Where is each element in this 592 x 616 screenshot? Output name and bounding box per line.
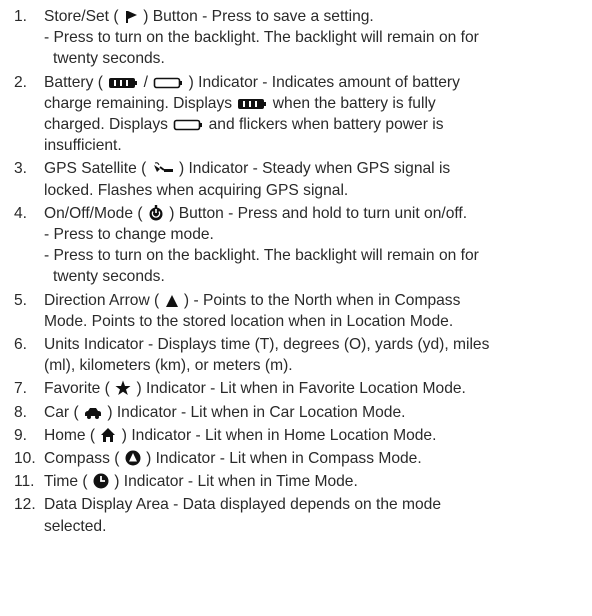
list-item: 7. Favorite ( ) Indicator - Lit when in … [14,378,582,399]
item-text: Home ( ) Indicator - Lit when in Home Lo… [44,426,437,444]
list-item: 10. Compass ( ) Indicator - Lit when in … [14,448,582,469]
item-text: Store/Set ( ) Button - Press to save a s… [44,6,582,70]
item-text: Time ( ) Indicator - Lit when in Time Mo… [44,473,358,491]
item-text: Compass ( ) Indicator - Lit when in Comp… [44,450,422,468]
item-text: On/Off/Mode ( ) Button - Press and hold … [44,203,582,288]
item-number: 11. [14,473,35,491]
item-number: 8. [14,403,28,421]
item-number: 1. [14,8,28,25]
item-number: 10. [14,450,36,468]
home-icon [101,427,116,442]
star-icon [115,380,131,396]
instructions-list: 1. Store/Set ( ) Button - Press to save … [0,0,592,537]
item-text: Battery ( / ) Indicator - Indicates amou… [44,73,460,155]
list-item: 6. Units Indicator - Displays time (T), … [14,334,582,376]
list-item: 11. Time ( ) Indicator - Lit when in Tim… [14,471,582,492]
list-item: 1. Store/Set ( ) Button - Press to save … [14,6,582,70]
item-number: 3. [14,160,28,178]
triangle-up-icon [165,294,178,307]
item-number: 2. [14,73,28,91]
car-icon [84,407,101,419]
item-text: Favorite ( ) Indicator - Lit when in Fav… [44,380,466,398]
battery-empty-icon [173,119,203,131]
compass-icon [125,450,141,466]
flag-icon [125,11,137,23]
item-text: Data Display Area - Data displayed depen… [44,496,442,535]
battery-full-icon [238,98,267,109]
battery-full-icon [109,77,138,88]
item-number: 5. [14,291,28,309]
item-text: Car ( ) Indicator - Lit when in Car Loca… [44,403,406,421]
item-text: GPS Satellite ( ) Indicator - Steady whe… [44,160,451,199]
sub-point: - Press to turn on the backlight. The ba… [44,247,479,265]
item-text: Direction Arrow ( ) - Points to the Nort… [44,291,461,330]
satellite-icon [153,162,173,173]
item-number: 4. [14,204,28,222]
list-item: 5. Direction Arrow ( ) - Points to the N… [14,290,582,332]
list-item: 9. Home ( ) Indicator - Lit when in Home… [14,425,582,446]
list-item: 3. GPS Satellite ( ) Indicator - Steady … [14,158,582,200]
item-number: 9. [14,426,28,444]
list-item: 8. Car ( ) Indicator - Lit when in Car L… [14,402,582,423]
sub-point: - Press to change mode. [44,226,214,244]
item-number: 6. [14,336,28,354]
item-number: 12. [14,496,36,514]
item-text: Units Indicator - Displays time (T), deg… [44,336,490,375]
sub-point: - Press to turn on the backlight. The ba… [44,29,479,47]
clock-icon [93,473,109,489]
battery-empty-icon [153,77,183,88]
list-item: 2. Battery ( / ) Indicator - Indicates a… [14,72,582,157]
list-item: 4. On/Off/Mode ( ) Button - Press and ho… [14,203,582,288]
list-item: 12. Data Display Area - Data displayed d… [14,494,582,536]
power-icon [149,204,163,221]
item-number: 7. [14,380,28,398]
